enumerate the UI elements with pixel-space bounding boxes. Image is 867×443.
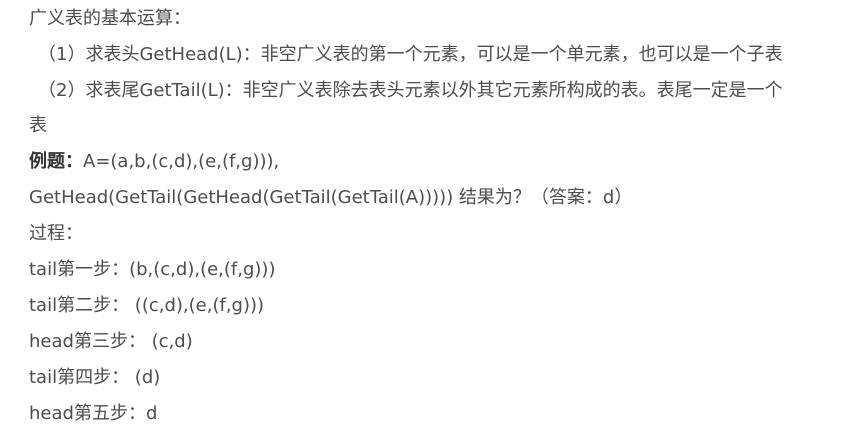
question-line: GetHead(GetTail(GetHead(GetTail(GetTail(… xyxy=(29,187,633,208)
example-label: 例题： xyxy=(29,151,83,172)
section-heading: 广义表的基本运算： xyxy=(29,8,191,29)
example-text: A=(a,b,(c,d),(e,(f,g))), xyxy=(83,151,280,172)
step-1: tail第一步：(b,(c,d),(e,(f,g))) xyxy=(29,259,276,280)
operation-gettail-line-2: 表 xyxy=(29,115,47,136)
step-5: head第五步：d xyxy=(29,403,158,424)
document: 广义表的基本运算： （1）求表头GetHead(L)：非空广义表的第一个元素，可… xyxy=(0,0,867,443)
step-3: head第三步： (c,d) xyxy=(29,331,193,352)
step-4: tail第四步： (d) xyxy=(29,367,161,388)
operation-gettail-line-1: （2）求表尾GetTail(L)：非空广义表除去表头元素以外其它元素所构成的表。… xyxy=(38,80,783,101)
operation-gethead: （1）求表头GetHead(L)：非空广义表的第一个元素，可以是一个单元素，也可… xyxy=(38,44,783,65)
process-label: 过程： xyxy=(29,223,83,244)
example-line: 例题：A=(a,b,(c,d),(e,(f,g))), xyxy=(29,150,279,174)
step-2: tail第二步： ((c,d),(e,(f,g))) xyxy=(29,295,265,316)
